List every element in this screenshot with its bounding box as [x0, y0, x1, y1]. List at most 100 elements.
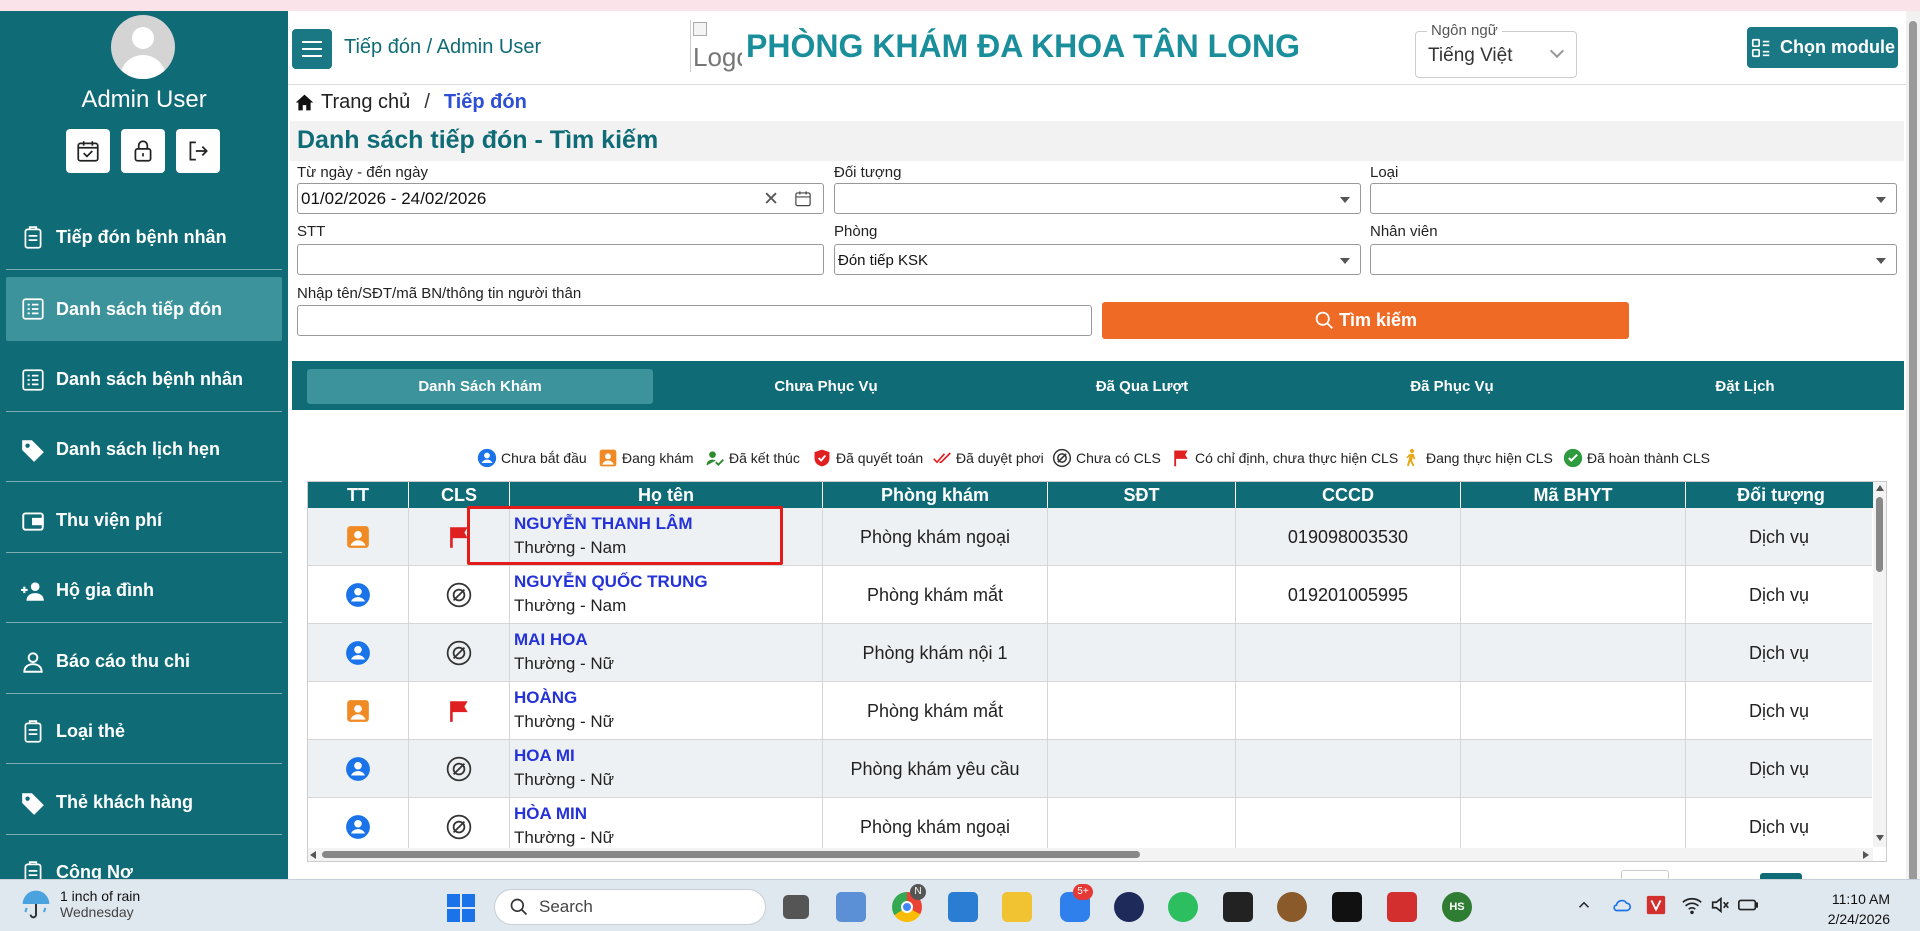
- logout-button[interactable]: [176, 129, 220, 173]
- sidebar-item-bao-cao-thu-chi[interactable]: Báo cáo thu chi: [6, 630, 282, 694]
- column-header-ma-bhyt[interactable]: Mã BHYT: [1461, 482, 1686, 508]
- terminal-icon[interactable]: [1223, 892, 1253, 922]
- tab-chua-phuc-vu[interactable]: Chưa Phục Vụ: [653, 369, 999, 404]
- table-vertical-scrollbar[interactable]: [1873, 482, 1886, 847]
- scroll-down-arrow-icon[interactable]: [1876, 835, 1884, 841]
- query-input[interactable]: [297, 305, 1092, 336]
- sidebar-item-loai-the[interactable]: Loại thẻ: [6, 700, 282, 764]
- avatar[interactable]: [111, 15, 175, 79]
- column-header-ho-ten[interactable]: Họ tên: [510, 482, 823, 508]
- patient-name-link[interactable]: MAI HOA: [514, 629, 588, 651]
- scrollbar-thumb[interactable]: [1876, 497, 1883, 572]
- patient-name-link[interactable]: HÒA MIN: [514, 803, 587, 825]
- breadcrumb-separator: /: [424, 91, 430, 113]
- user-square-icon: [347, 700, 369, 722]
- column-header-sdt[interactable]: SĐT: [1048, 482, 1236, 508]
- task-view-icon[interactable]: [783, 895, 809, 919]
- phone-cell: [1048, 566, 1236, 624]
- loai-select[interactable]: [1370, 183, 1897, 214]
- search-button[interactable]: Tìm kiếm: [1102, 302, 1629, 339]
- column-header-doi-tuong[interactable]: Đối tượng: [1686, 482, 1876, 508]
- header-divider: [288, 84, 1906, 85]
- chevron-up-icon[interactable]: [1575, 896, 1593, 914]
- table-row[interactable]: HOÀNG Thường - Nữ Phòng khám mắt Dịch vụ: [308, 682, 1872, 740]
- table-row[interactable]: MAI HOA Thường - Nữ Phòng khám nội 1 Dịc…: [308, 624, 1872, 682]
- name-cell: NGUYỄN QUỐC TRUNG Thường - Nam: [510, 566, 823, 624]
- lock-button[interactable]: [121, 129, 165, 173]
- patient-name-link[interactable]: HOÀNG: [514, 687, 577, 709]
- doi-tuong-select[interactable]: [834, 183, 1361, 214]
- column-header-cccd[interactable]: CCCD: [1236, 482, 1461, 508]
- scroll-right-arrow-icon[interactable]: [1863, 851, 1869, 859]
- tag-icon: [22, 792, 44, 815]
- hamburger-menu-button[interactable]: [292, 29, 332, 69]
- hs-app-icon[interactable]: HS: [1442, 892, 1472, 922]
- sidebar-item-label: Danh sách tiếp đón: [56, 298, 223, 319]
- tab-da-qua-luot[interactable]: Đã Qua Lượt: [969, 369, 1315, 404]
- tab-dat-lich[interactable]: Đặt Lịch: [1572, 369, 1918, 404]
- sidebar-item-danh-sach-tiep-don[interactable]: Danh sách tiếp đón: [6, 277, 282, 341]
- tab-danh-sach-kham[interactable]: Danh Sách Khám: [307, 369, 653, 404]
- nhan-vien-select[interactable]: [1370, 244, 1897, 275]
- table-row[interactable]: NGUYỄN QUỐC TRUNG Thường - Nam Phòng khá…: [308, 566, 1872, 624]
- vscode-icon[interactable]: [948, 892, 978, 922]
- sidebar-item-cong-no[interactable]: Công Nợ: [6, 841, 282, 879]
- legend-chua-bat-dau: Chưa bắt đầu: [477, 447, 587, 469]
- date-range-input[interactable]: 01/02/2026 - 24/02/2026 ✕: [297, 183, 824, 214]
- scroll-left-arrow-icon[interactable]: [310, 851, 316, 859]
- choose-module-button[interactable]: Chọn module: [1747, 27, 1898, 68]
- column-header-cls[interactable]: CLS: [409, 482, 510, 508]
- phong-select[interactable]: Đón tiếp KSK: [834, 244, 1361, 275]
- scroll-up-arrow-icon[interactable]: [1876, 485, 1884, 491]
- windows-start-icon[interactable]: [447, 894, 475, 922]
- evernote-icon[interactable]: [1168, 892, 1198, 922]
- speaker-muted-icon[interactable]: [1709, 894, 1731, 916]
- zalo-icon[interactable]: 5+: [1060, 884, 1093, 922]
- battery-icon[interactable]: [1737, 894, 1759, 916]
- table-horizontal-scrollbar[interactable]: [308, 848, 1873, 861]
- sidebar-item-danh-sach-lich-hen[interactable]: Danh sách lịch hẹn: [6, 418, 282, 482]
- patient-name-link[interactable]: HOA MI: [514, 745, 575, 767]
- sidebar-item-danh-sach-benh-nhan[interactable]: Danh sách bệnh nhân: [6, 348, 282, 412]
- taskbar-search[interactable]: Search: [494, 889, 766, 925]
- app-emblem-icon[interactable]: [1277, 892, 1307, 922]
- column-header-phong-kham[interactable]: Phòng khám: [823, 482, 1048, 508]
- table-row[interactable]: HOA MI Thường - Nữ Phòng khám yêu cầu Dị…: [308, 740, 1872, 798]
- page-scrollbar[interactable]: [1906, 11, 1920, 883]
- wifi-icon[interactable]: [1681, 894, 1703, 916]
- chrome-icon[interactable]: N: [892, 884, 926, 922]
- scrollbar-thumb[interactable]: [322, 851, 1140, 858]
- v-app-icon[interactable]: [1645, 894, 1667, 916]
- bhyt-cell: [1461, 624, 1686, 682]
- legend-da-quyet-toan: Đã quyết toán: [812, 447, 923, 469]
- column-header-tt[interactable]: TT: [308, 482, 409, 508]
- calendar-icon[interactable]: [793, 189, 813, 208]
- scrollbar-thumb[interactable]: [1909, 21, 1917, 883]
- cls-cell: [409, 624, 510, 682]
- tab-bar: Danh Sách Khám Chưa Phục Vụ Đã Qua Lượt …: [292, 361, 1904, 410]
- stt-input[interactable]: [297, 244, 824, 275]
- no-cls-icon: [446, 756, 472, 782]
- system-clock[interactable]: 11:10 AM 2/24/2026: [1790, 889, 1890, 929]
- sidebar-item-tiep-don-benh-nhan[interactable]: Tiếp đón bệnh nhân: [6, 206, 282, 270]
- wps-office-icon[interactable]: [1387, 892, 1417, 922]
- breadcrumb-home[interactable]: Trang chủ: [321, 91, 410, 114]
- eclipse-icon[interactable]: [1114, 892, 1144, 922]
- breadcrumb: Trang chủ / Tiếp đón: [294, 91, 527, 114]
- sidebar-item-thu-vien-phi[interactable]: Thu viện phí: [6, 489, 282, 553]
- date-range-label: Từ ngày - đến ngày: [297, 164, 428, 181]
- remote-desktop-icon[interactable]: [836, 892, 866, 922]
- folder-icon[interactable]: [1002, 892, 1032, 922]
- broken-image-icon: [693, 22, 707, 36]
- calendar-button[interactable]: [66, 129, 110, 173]
- cloud-icon[interactable]: [1611, 894, 1633, 916]
- weather-widget[interactable]: 1 inch of rain Wednesday: [20, 888, 140, 920]
- sidebar-item-the-khach-hang[interactable]: Thẻ khách hàng: [6, 771, 282, 835]
- taskbar: 1 inch of rain Wednesday Search N 5+ HS …: [0, 879, 1920, 931]
- box-app-icon[interactable]: [1332, 892, 1362, 922]
- language-select[interactable]: Ngôn ngữ Tiếng Việt: [1415, 22, 1577, 78]
- name-cell: MAI HOA Thường - Nữ: [510, 624, 823, 682]
- clear-icon[interactable]: ✕: [763, 188, 779, 211]
- sidebar-item-ho-gia-dinh[interactable]: Hộ gia đình: [6, 559, 282, 623]
- patient-name-link[interactable]: NGUYỄN QUỐC TRUNG: [514, 571, 708, 593]
